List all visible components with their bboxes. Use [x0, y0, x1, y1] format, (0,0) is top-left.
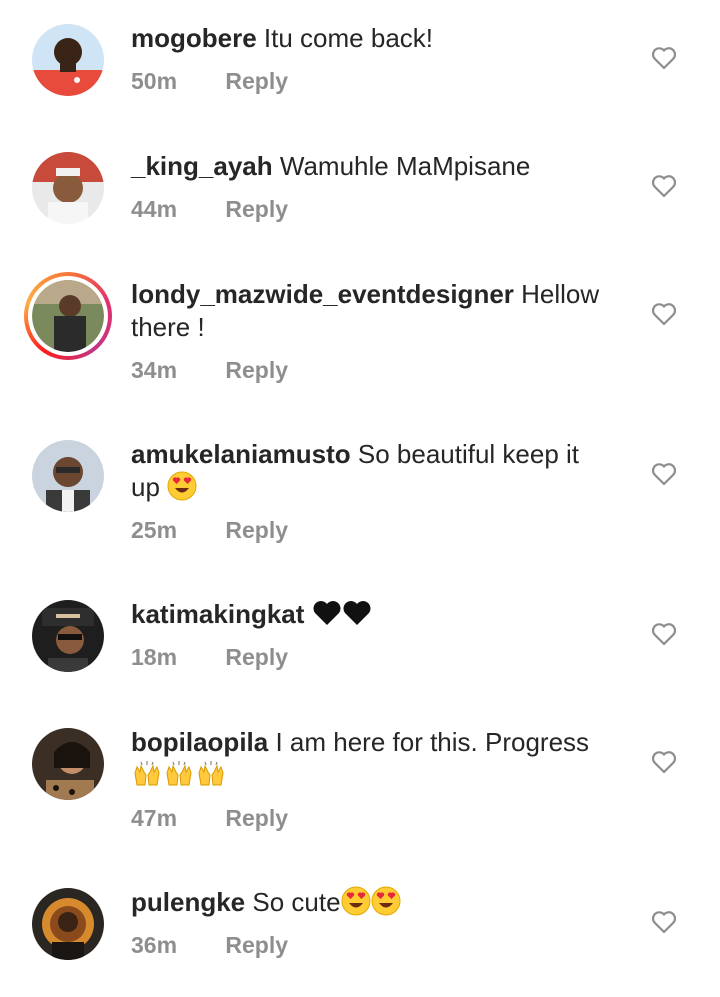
comment-text: So cute — [252, 887, 341, 917]
comment-meta: 50m Reply — [131, 68, 288, 95]
comment-meta: 18m Reply — [131, 644, 288, 671]
comment-time: 18m — [131, 644, 178, 670]
comment-username[interactable]: mogobere — [131, 23, 257, 53]
avatar-with-story-ring[interactable] — [24, 272, 112, 360]
comment-username[interactable]: _king_ayah — [131, 151, 273, 181]
comment-body: _king_ayah Wamuhle MaMpisane — [131, 150, 631, 183]
avatar[interactable] — [32, 152, 104, 224]
avatar-image — [32, 152, 104, 224]
reply-button[interactable]: Reply — [225, 68, 288, 95]
comment-body: katimakingkat — [131, 598, 631, 631]
reply-button[interactable]: Reply — [225, 932, 288, 959]
comment-username[interactable]: katimakingkat — [131, 599, 304, 629]
comment-text: So beautiful keep it — [357, 439, 580, 469]
reply-button[interactable]: Reply — [225, 196, 288, 223]
avatar[interactable] — [32, 440, 104, 512]
smiling-face-with-heart-eyes-icon — [167, 471, 197, 501]
smiling-face-with-heart-eyes-icon — [371, 886, 401, 916]
comment-time: 47m — [131, 805, 178, 831]
comment-body: pulengke So cute — [131, 886, 631, 919]
comment-body: amukelaniamusto So beautiful keep it up — [131, 438, 631, 504]
comment-text: Hellow — [521, 279, 600, 309]
avatar-image — [32, 280, 104, 352]
comment-time: 34m — [131, 357, 178, 383]
reply-button[interactable]: Reply — [225, 357, 288, 384]
smiling-face-with-heart-eyes-icon — [341, 886, 371, 916]
raising-hands-icon — [134, 761, 160, 786]
raising-hands-icon — [198, 761, 224, 786]
reply-button[interactable]: Reply — [225, 805, 288, 832]
avatar[interactable] — [32, 600, 104, 672]
comment-text: Wamuhle MaMpisane — [279, 151, 531, 181]
comment-body: londy_mazwide_eventdesigner Hellow there… — [131, 278, 631, 344]
comment-meta: 34m Reply — [131, 357, 288, 384]
reply-button[interactable]: Reply — [225, 644, 288, 671]
heart-outline-icon[interactable] — [651, 46, 677, 70]
comment-username[interactable]: londy_mazwide_eventdesigner — [131, 279, 514, 309]
black-heart-icon — [313, 601, 341, 625]
comment-text: I am here for this. Progress — [275, 727, 590, 757]
avatar[interactable] — [32, 24, 104, 96]
comment-text: Itu come back! — [263, 23, 433, 53]
reply-button[interactable]: Reply — [225, 517, 288, 544]
comment-meta: 25m Reply — [131, 517, 288, 544]
comment-text-line2: up — [131, 472, 160, 502]
comment-username[interactable]: amukelaniamusto — [131, 439, 351, 469]
comment-body: mogobere Itu come back! — [131, 22, 631, 55]
comment-meta: 44m Reply — [131, 196, 288, 223]
comment-meta: 36m Reply — [131, 932, 288, 959]
black-heart-icon — [343, 601, 371, 625]
avatar-image — [32, 888, 104, 960]
heart-outline-icon[interactable] — [651, 302, 677, 326]
avatar-image — [32, 728, 104, 800]
comment-time: 25m — [131, 517, 178, 543]
comment-body: bopilaopila I am here for this. Progress — [131, 726, 631, 793]
heart-outline-icon[interactable] — [651, 622, 677, 646]
comment-username[interactable]: bopilaopila — [131, 727, 268, 757]
heart-outline-icon[interactable] — [651, 750, 677, 774]
comment-meta: 47m Reply — [131, 805, 288, 832]
heart-outline-icon[interactable] — [651, 174, 677, 198]
heart-outline-icon[interactable] — [651, 910, 677, 934]
comment-time: 50m — [131, 68, 178, 94]
heart-outline-icon[interactable] — [651, 462, 677, 486]
avatar[interactable] — [32, 728, 104, 800]
avatar-inner — [28, 276, 108, 356]
avatar-image — [32, 24, 104, 96]
comment-time: 44m — [131, 196, 178, 222]
comment-text-line2: there ! — [131, 312, 205, 342]
comment-time: 36m — [131, 932, 178, 958]
avatar[interactable] — [32, 888, 104, 960]
raising-hands-icon — [166, 761, 192, 786]
comment-username[interactable]: pulengke — [131, 887, 245, 917]
avatar-image — [32, 600, 104, 672]
avatar-image — [32, 440, 104, 512]
